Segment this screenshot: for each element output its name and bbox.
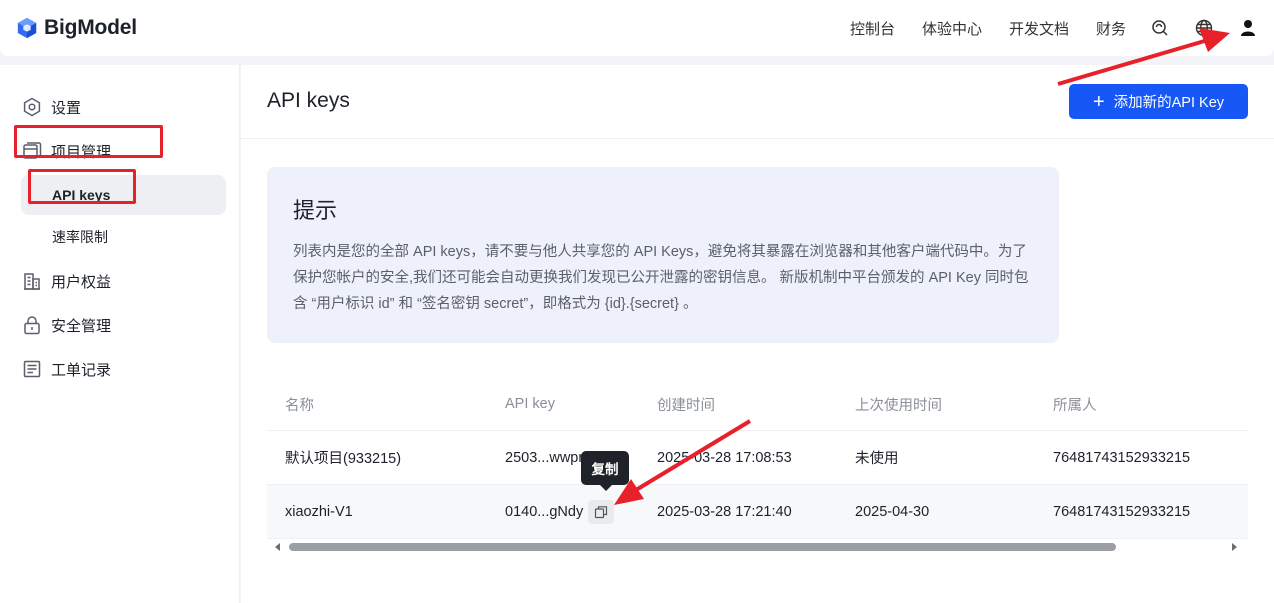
project-icon [22, 141, 42, 161]
sidebar-item-security[interactable]: 安全管理 [0, 303, 239, 347]
plus-icon: + [1092, 90, 1105, 113]
sidebar-subitem-api-keys[interactable]: API keys [21, 175, 226, 215]
benefits-icon [22, 271, 42, 291]
ticket-icon [22, 359, 42, 379]
sidebar-subitem-label: API keys [52, 187, 111, 203]
tip-box: 提示 列表内是您的全部 API keys，请不要与他人共享您的 API Keys… [267, 167, 1059, 343]
nav-console[interactable]: 控制台 [850, 18, 895, 39]
sidebar-item-settings[interactable]: 设置 [0, 85, 239, 129]
column-header-name: 名称 [285, 397, 314, 414]
sidebar-item-tickets[interactable]: 工单记录 [0, 347, 239, 391]
cell-owner: 76481743152933215 [1053, 449, 1191, 466]
sidebar-item-user-benefits[interactable]: 用户权益 [0, 259, 239, 303]
sidebar-item-label: 项目管理 [51, 143, 112, 161]
main-panel: API keys + 添加新的API Key 提示 列表内是您的全部 API k… [241, 65, 1274, 603]
column-header-api-key: API key [505, 396, 555, 412]
add-api-key-button[interactable]: + 添加新的API Key [1069, 84, 1248, 119]
cell-created: 2025-03-28 17:21:40 [657, 503, 792, 520]
api-key-text: 2503...wwpr [505, 449, 584, 466]
scroll-left-arrow-icon[interactable] [275, 543, 280, 551]
cell-last-used: 2025-04-30 [855, 503, 930, 520]
api-keys-table: 名称 API key 创建时间 上次使用时间 所属人 默认项目(933215) … [267, 378, 1248, 539]
scroll-right-arrow-icon[interactable] [1232, 543, 1237, 551]
nav-finance[interactable]: 财务 [1096, 18, 1126, 39]
cell-api-key: 0140...gNdy [487, 499, 641, 524]
top-bar: BigModel 控制台 体验中心 开发文档 财务 [0, 0, 1274, 56]
table-row[interactable]: xiaozhi-V1 0140...gNdy 2025-03-28 17:21:… [267, 485, 1248, 539]
sidebar-item-label: 工单记录 [51, 361, 112, 379]
cell-name: xiaozhi-V1 [285, 503, 353, 520]
add-api-key-label: 添加新的API Key [1113, 95, 1225, 111]
api-key-text: 0140...gNdy [505, 503, 584, 520]
column-header-created: 创建时间 [657, 397, 715, 414]
brand-name: BigModel [44, 16, 137, 39]
tip-text: 列表内是您的全部 API keys，请不要与他人共享您的 API Keys，避免… [293, 244, 1029, 312]
table-horizontal-scrollbar[interactable] [267, 539, 1248, 555]
cell-last-used: 未使用 [855, 451, 899, 467]
brand-logo-icon [17, 17, 37, 39]
column-header-last-used: 上次使用时间 [855, 397, 942, 414]
cell-owner: 76481743152933215 [1053, 503, 1191, 520]
scrollbar-thumb[interactable] [289, 543, 1116, 551]
sidebar-item-label: 安全管理 [51, 317, 112, 335]
brand[interactable]: BigModel [16, 16, 137, 40]
support-icon[interactable] [1150, 18, 1170, 38]
globe-icon[interactable] [1194, 18, 1214, 38]
settings-icon [22, 97, 42, 117]
column-header-owner: 所属人 [1053, 397, 1097, 414]
tip-title: 提示 [293, 198, 338, 223]
sidebar-subitem-rate-limit[interactable]: 速率限制 [21, 217, 226, 257]
copy-icon [595, 505, 608, 518]
sidebar-item-label: 设置 [51, 99, 82, 117]
sidebar-subitem-label: 速率限制 [52, 229, 108, 245]
sidebar: 设置 项目管理 API keys 速率限制 用户权益 安全管理 工单记录 [0, 65, 240, 603]
cell-created: 2025-03-28 17:08:53 [657, 449, 792, 466]
page-title: API keys [267, 89, 350, 112]
copy-tooltip: 复制 [581, 451, 629, 491]
sidebar-item-project-management[interactable]: 项目管理 [0, 129, 239, 173]
nav-experience-center[interactable]: 体验中心 [922, 18, 982, 39]
lock-icon [22, 315, 42, 335]
copy-button[interactable] [588, 499, 615, 524]
user-icon[interactable] [1238, 18, 1258, 38]
sidebar-item-label: 用户权益 [51, 273, 112, 291]
cell-name: 默认项目(933215) [285, 451, 402, 467]
nav-docs[interactable]: 开发文档 [1009, 18, 1069, 39]
table-row[interactable]: 默认项目(933215) 2503...wwpr 2025-03-28 17:0… [267, 431, 1248, 485]
table-header-row: 名称 API key 创建时间 上次使用时间 所属人 [267, 378, 1248, 431]
main-header: API keys + 添加新的API Key [241, 65, 1274, 139]
top-nav: 控制台 体验中心 开发文档 财务 [823, 18, 1258, 39]
